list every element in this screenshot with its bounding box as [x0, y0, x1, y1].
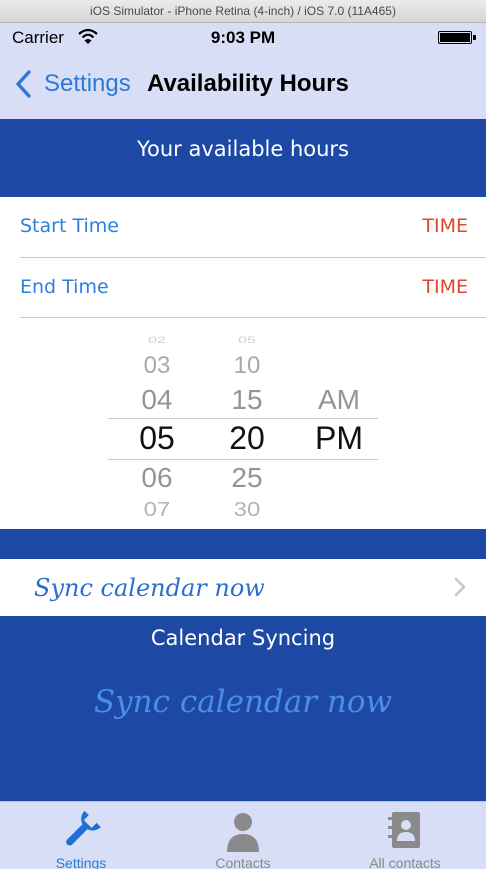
- page-title: Availability Hours: [147, 70, 349, 97]
- status-bar: Carrier 9:03 PM: [0, 23, 486, 53]
- chevron-left-icon: [16, 70, 31, 98]
- tab-all-contacts[interactable]: All contacts: [324, 802, 486, 869]
- chevron-right-icon: [454, 577, 466, 597]
- picker-item: 02: [148, 336, 166, 346]
- battery-icon: [438, 31, 476, 44]
- picker-item: 04: [141, 384, 173, 415]
- picker-item: 25: [231, 462, 263, 493]
- simulator-title-bar: iOS Simulator - iPhone Retina (4-inch) /…: [0, 0, 486, 23]
- end-time-row[interactable]: End Time TIME: [0, 258, 486, 318]
- back-button[interactable]: Settings: [14, 67, 131, 101]
- tab-all-contacts-label: All contacts: [369, 855, 441, 869]
- start-time-label: Start Time: [20, 215, 119, 237]
- picker-item-selected: 05: [139, 420, 175, 456]
- wrench-icon: [66, 810, 101, 846]
- calendar-syncing-section: Calendar Syncing Sync calendar now: [0, 616, 486, 801]
- picker-selection-line: [108, 459, 378, 460]
- tab-settings-label: Settings: [55, 855, 107, 869]
- back-button-label: Settings: [44, 70, 131, 97]
- available-hours-header: Your available hours: [0, 119, 486, 197]
- section-title: Your available hours: [136, 137, 349, 161]
- person-icon: [227, 813, 259, 852]
- sync-calendar-row[interactable]: Sync calendar now: [0, 559, 486, 616]
- calendar-syncing-title: Calendar Syncing: [150, 626, 336, 650]
- sync-calendar-button[interactable]: Sync calendar now: [0, 684, 486, 720]
- navigation-area: Carrier 9:03 PM Settings Availability Ho…: [0, 23, 486, 119]
- picker-item-selected: PM: [315, 420, 363, 456]
- tab-contacts[interactable]: Contacts: [162, 802, 324, 869]
- phone-screen: Carrier 9:03 PM Settings Availability Ho…: [0, 23, 486, 869]
- picker-item-selected: 20: [229, 420, 265, 456]
- time-picker[interactable]: 02 03 04 05 06 07 05 10 15 20 25 30 AM P…: [0, 318, 486, 529]
- status-time: 9:03 PM: [210, 28, 276, 47]
- section-spacer: [0, 529, 486, 559]
- picker-item: 05: [238, 336, 256, 346]
- picker-item: 15: [231, 384, 263, 415]
- end-time-label: End Time: [20, 276, 109, 298]
- end-time-value[interactable]: TIME: [422, 276, 468, 298]
- sync-calendar-row-label: Sync calendar now: [34, 574, 265, 602]
- address-book-icon: [388, 812, 420, 848]
- picker-item: 03: [143, 352, 171, 379]
- picker-item: AM: [318, 384, 360, 415]
- picker-item: 10: [233, 352, 261, 379]
- start-time-row[interactable]: Start Time TIME: [0, 197, 486, 257]
- picker-item: 07: [143, 498, 171, 522]
- picker-item: 06: [141, 462, 173, 493]
- picker-selection-line: [108, 418, 378, 419]
- window-title: iOS Simulator - iPhone Retina (4-inch) /…: [90, 4, 396, 18]
- picker-item: 30: [233, 498, 261, 522]
- tab-settings[interactable]: Settings: [0, 802, 162, 869]
- tab-bar: Settings Contacts All contacts: [0, 801, 486, 869]
- tab-contacts-label: Contacts: [215, 855, 271, 869]
- start-time-value[interactable]: TIME: [422, 215, 468, 237]
